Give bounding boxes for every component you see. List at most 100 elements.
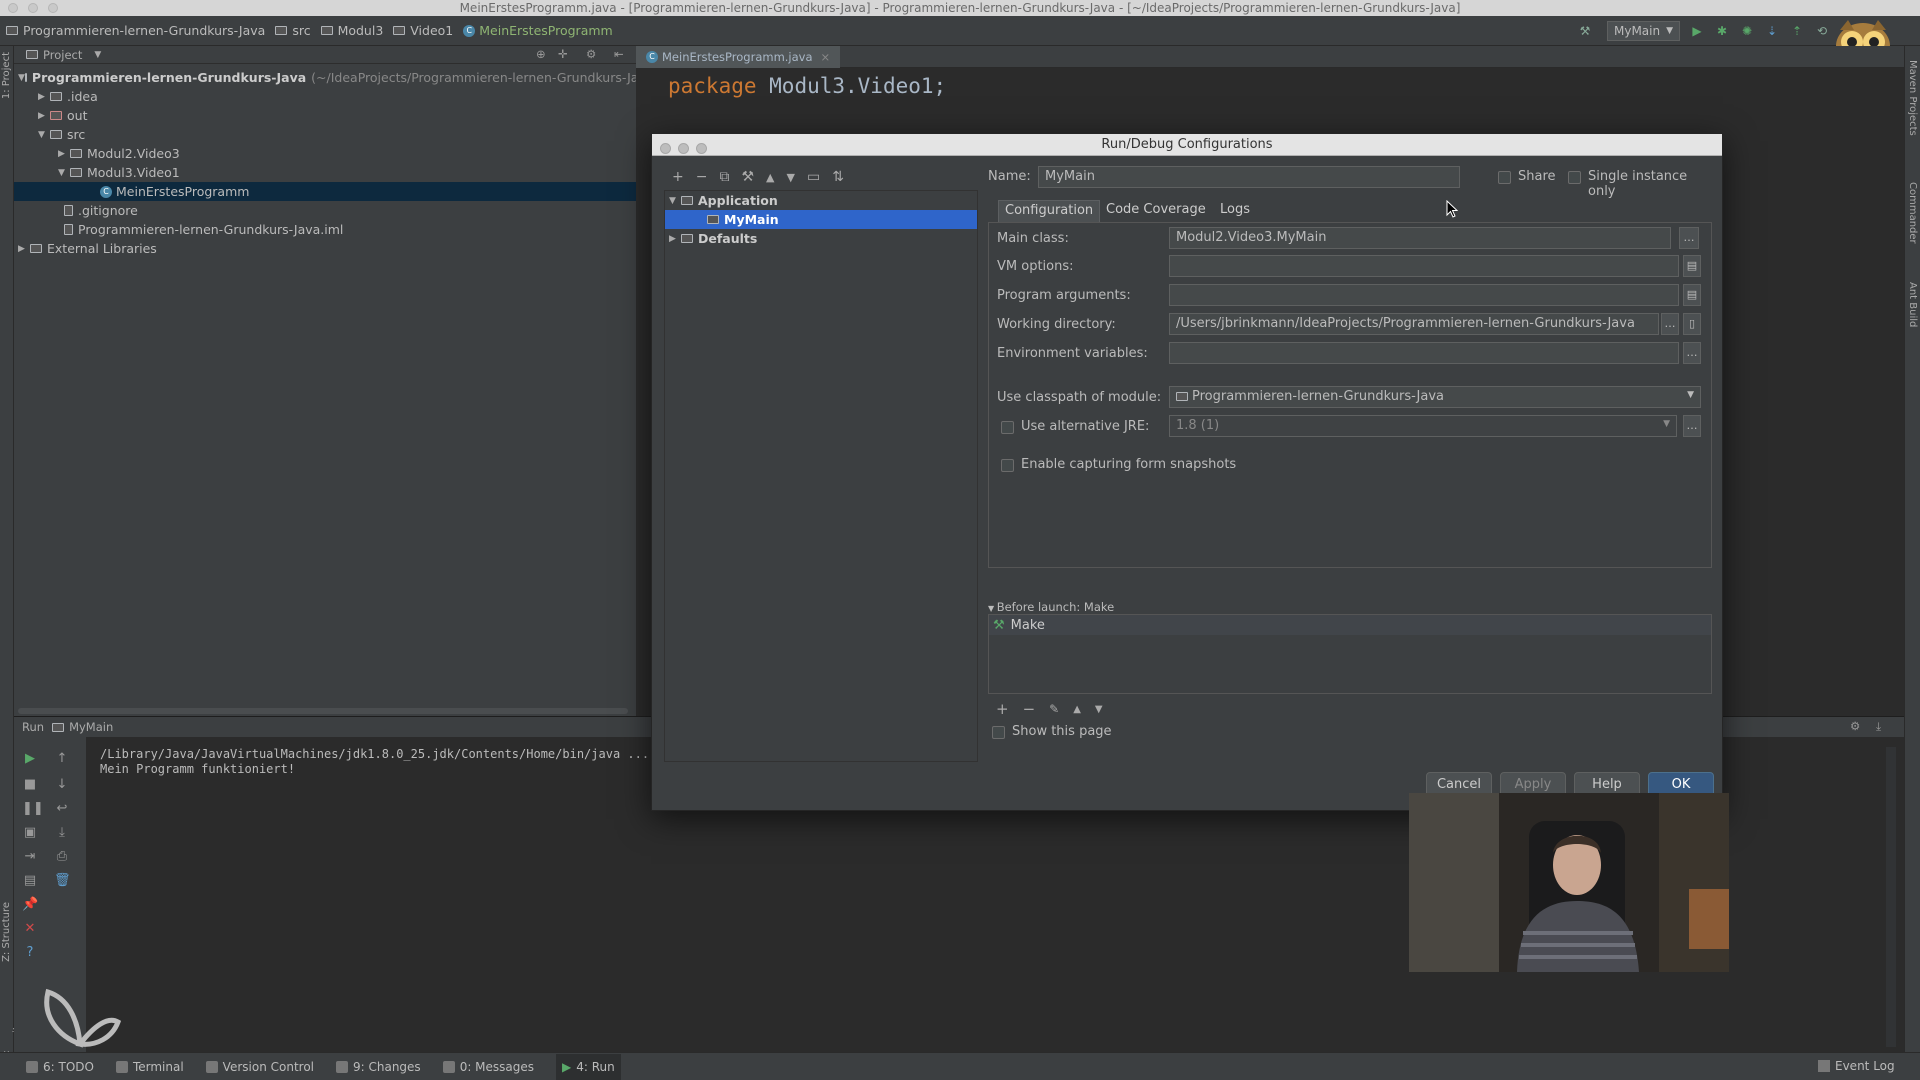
down-arrow-icon[interactable]: ↓ [54, 777, 70, 793]
form-snapshots-checkbox[interactable] [1001, 459, 1014, 472]
collapsed-icon[interactable]: ▶ [18, 244, 30, 254]
program-arguments-field[interactable] [1169, 284, 1679, 306]
breadcrumb-modul3[interactable]: Modul3 [320, 23, 383, 38]
rerun-icon[interactable]: ▶ [22, 751, 38, 767]
single-instance-checkbox[interactable] [1568, 171, 1581, 184]
add-icon[interactable]: + [996, 700, 1009, 718]
dialog-window-controls[interactable] [660, 140, 714, 162]
show-page-checkbox[interactable] [992, 726, 1005, 739]
status-tab-todo[interactable]: 6: TODO [26, 1060, 94, 1074]
up-arrow-icon[interactable]: ↑ [54, 751, 70, 767]
expanded-icon[interactable]: ▼ [38, 130, 50, 140]
vm-options-field[interactable] [1169, 255, 1679, 277]
debug-icon[interactable]: ✱ [1714, 23, 1730, 39]
tree-item-modul2-video3[interactable]: ▶ Modul2.Video3 [14, 144, 636, 163]
tool-window-ant-build[interactable]: Ant Build [1907, 282, 1918, 327]
breadcrumb-video1[interactable]: Video1 [393, 23, 453, 38]
insert-macro-icon[interactable]: ▯ [1683, 313, 1701, 335]
browse-main-class-button[interactable]: … [1679, 227, 1699, 249]
collapsed-icon[interactable]: ▶ [669, 234, 681, 244]
move-up-icon[interactable]: ▲ [766, 171, 774, 184]
layout-icon[interactable]: ▤ [22, 873, 38, 889]
tool-window-project[interactable]: 1: Project [1, 52, 12, 99]
run-tab-mymain[interactable]: MyMain [69, 720, 113, 734]
add-icon[interactable]: + [672, 169, 684, 185]
tree-item-gitignore[interactable]: .gitignore [14, 201, 636, 220]
edit-icon[interactable]: ✎ [1049, 702, 1059, 716]
before-launch-item-make[interactable]: ⚒ Make [989, 615, 1711, 635]
tab-logs[interactable]: Logs [1214, 200, 1256, 222]
vertical-scrollbar[interactable] [1886, 747, 1896, 1047]
remove-icon[interactable]: − [696, 169, 708, 185]
alternative-jre-select[interactable]: 1.8 (1) ▼ [1169, 415, 1677, 437]
working-directory-field[interactable]: /Users/jbrinkmann/IdeaProjects/Programmi… [1169, 313, 1659, 335]
name-field[interactable]: MyMain [1038, 166, 1460, 188]
code-line-package[interactable]: package Modul3.Video1; [668, 74, 946, 98]
tool-window-maven[interactable]: Maven Projects [1907, 60, 1918, 136]
tree-item-defaults[interactable]: ▶ Defaults [665, 229, 977, 248]
alternative-jre-checkbox[interactable] [1001, 421, 1014, 434]
vcs-history-icon[interactable]: ⟲ [1814, 23, 1830, 39]
breadcrumb-src[interactable]: src [275, 23, 311, 38]
close-icon[interactable]: ✕ [22, 921, 38, 937]
event-log-button[interactable]: Event Log [1818, 1059, 1895, 1073]
expanded-icon[interactable]: ▼ [58, 168, 70, 178]
scroll-to-end-icon[interactable]: ⤓ [54, 825, 70, 841]
print-icon[interactable]: ⎙ [54, 849, 70, 865]
tree-item-mymain[interactable]: MyMain [665, 210, 977, 229]
tool-window-structure[interactable]: Z: Structure [1, 902, 12, 962]
share-checkbox[interactable] [1498, 171, 1511, 184]
soft-wrap-icon[interactable]: ↩ [54, 801, 70, 817]
tree-item-root[interactable]: ▼ Programmieren-lernen-Grundkurs-Java (~/… [14, 68, 658, 87]
copy-icon[interactable]: ⧉ [719, 169, 729, 185]
tree-item-iml[interactable]: Programmieren-lernen-Grundkurs-Java.iml [14, 220, 636, 239]
editor-tab-mein-erstes-programm[interactable]: C MeinErstesProgramm.java × [636, 45, 841, 68]
expand-program-arguments-icon[interactable]: ▤ [1683, 284, 1701, 306]
tab-code-coverage[interactable]: Code Coverage [1100, 200, 1212, 222]
status-tab-changes[interactable]: 9: Changes [336, 1060, 421, 1074]
edit-defaults-icon[interactable]: ⚒ [741, 169, 754, 185]
status-tab-run[interactable]: ▶ 4: Run [556, 1053, 621, 1080]
pin-icon[interactable]: 📌 [22, 897, 38, 913]
breadcrumb-project[interactable]: Programmieren-lernen-Grundkurs-Java [6, 23, 265, 38]
tree-item-modul3-video1[interactable]: ▼ Modul3.Video1 [14, 163, 636, 182]
folder-icon[interactable]: ▭ [807, 169, 820, 185]
horizontal-scrollbar[interactable] [18, 708, 628, 714]
sort-icon[interactable]: ⇅ [832, 169, 844, 185]
tree-item-external-libraries[interactable]: ▶ External Libraries [14, 239, 636, 258]
dump-threads-icon[interactable]: ▣ [22, 825, 38, 841]
run-config-selector[interactable]: MyMain ▼ [1607, 21, 1681, 41]
status-tab-terminal[interactable]: Terminal [115, 1060, 184, 1074]
status-tab-version-control[interactable]: Version Control [205, 1060, 314, 1074]
collapsed-icon[interactable]: ▶ [58, 149, 70, 159]
vcs-commit-icon[interactable]: ⇡ [1789, 23, 1805, 39]
tab-configuration[interactable]: Configuration [998, 200, 1101, 222]
move-down-icon[interactable]: ▼ [1095, 704, 1103, 715]
locate-icon[interactable]: ⊕ [536, 47, 546, 61]
tree-item-idea[interactable]: ▶ .idea [14, 87, 636, 106]
project-view-selector[interactable]: Project [43, 48, 82, 62]
before-launch-header[interactable]: ▼ Before launch: Make [988, 600, 1114, 614]
expanded-icon[interactable]: ▼ [669, 196, 681, 206]
status-tab-messages[interactable]: 0: Messages [442, 1060, 534, 1074]
breadcrumb-class[interactable]: C MeinErstesProgramm [463, 23, 613, 38]
move-down-icon[interactable]: ▼ [787, 171, 795, 184]
expanded-icon[interactable]: ▼ [18, 73, 25, 83]
tree-item-application[interactable]: ▼ Application [665, 191, 977, 210]
trash-icon[interactable]: 🗑 [54, 873, 71, 889]
close-icon[interactable]: × [821, 50, 831, 64]
help-icon[interactable]: ? [22, 945, 38, 961]
run-icon[interactable]: ▶ [1689, 23, 1705, 39]
environment-variables-field[interactable] [1169, 342, 1679, 364]
pause-icon[interactable]: ❚❚ [22, 801, 44, 817]
console-output[interactable]: /Library/Java/JavaVirtualMachines/jdk1.8… [100, 747, 649, 777]
browse-working-directory-button[interactable]: … [1661, 313, 1679, 335]
tree-item-src[interactable]: ▼ src [14, 125, 636, 144]
chevron-down-icon[interactable]: ▼ [94, 50, 101, 60]
stop-icon[interactable]: ■ [22, 777, 38, 793]
move-up-icon[interactable]: ▲ [1073, 704, 1081, 715]
main-class-field[interactable]: Modul2.Video3.MyMain [1169, 227, 1671, 249]
gear-icon[interactable]: ⚙ [1850, 719, 1860, 733]
remove-icon[interactable]: − [1023, 700, 1036, 718]
tool-window-commander[interactable]: Commander [1907, 182, 1918, 244]
